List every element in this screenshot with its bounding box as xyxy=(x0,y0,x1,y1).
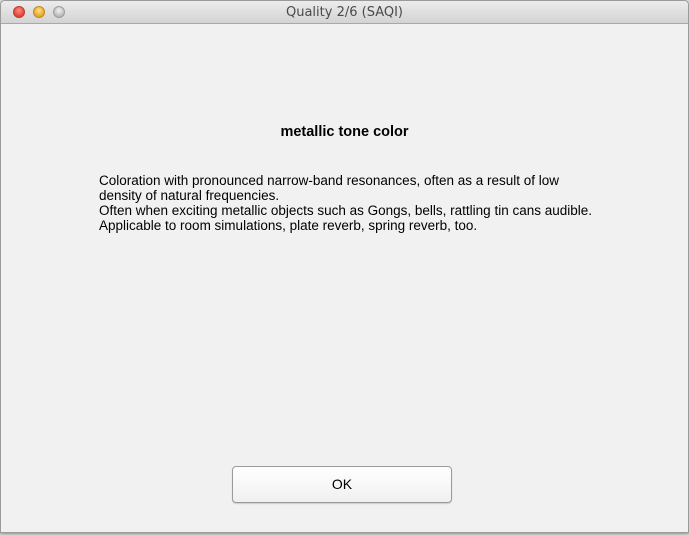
description-line-1: Coloration with pronounced narrow-band r… xyxy=(99,173,560,203)
quality-heading: metallic tone color xyxy=(280,124,409,140)
quality-description: Coloration with pronounced narrow-band r… xyxy=(99,173,599,233)
dialog-window: Quality 2/6 (SAQI) metallic tone color C… xyxy=(0,0,689,533)
dialog-content: metallic tone color Coloration with pron… xyxy=(1,24,688,532)
window-title: Quality 2/6 (SAQI) xyxy=(285,5,403,20)
description-line-3: Applicable to room simulations, plate re… xyxy=(99,218,478,233)
title-bar[interactable]: Quality 2/6 (SAQI) xyxy=(1,1,688,24)
description-line-2: Often when exciting metallic objects suc… xyxy=(99,203,593,218)
ok-button[interactable]: OK xyxy=(232,466,452,503)
